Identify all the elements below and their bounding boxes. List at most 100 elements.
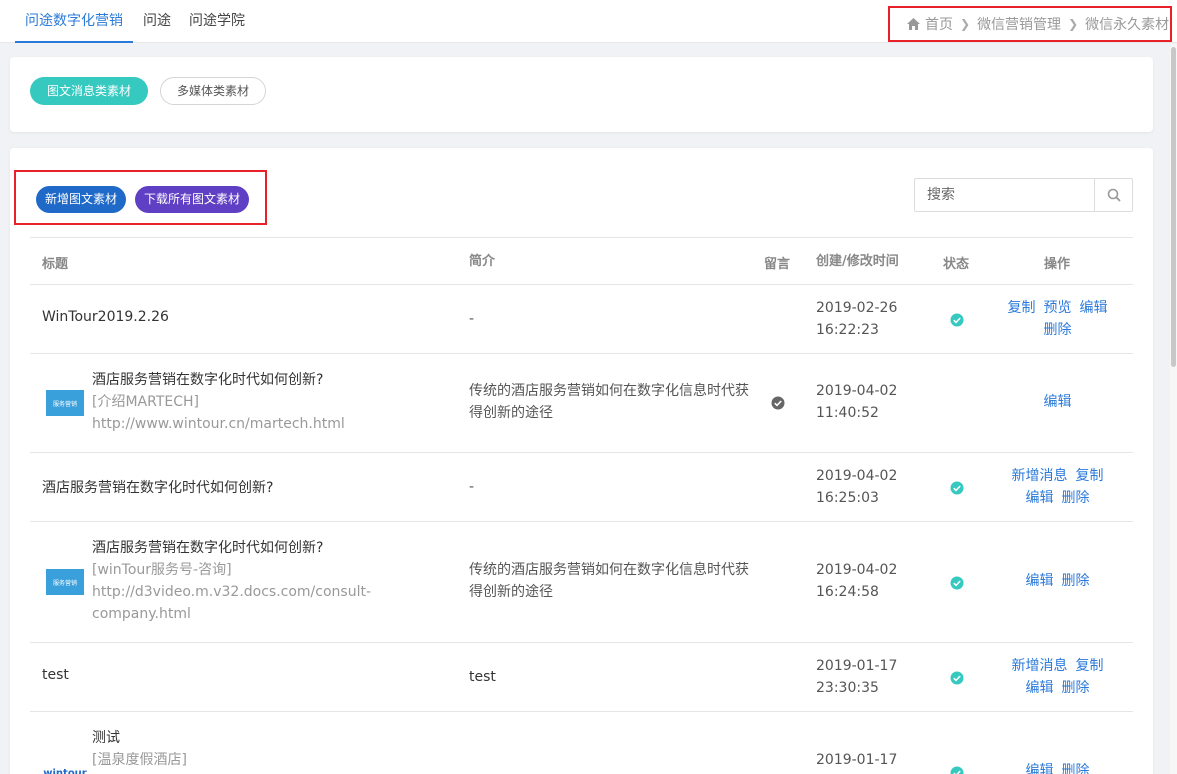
table-row: 服务营销 酒店服务营销在数字化时代如何创新? [winTour服务号-咨询] h… (30, 521, 1133, 642)
copy-link[interactable]: 复制 (1008, 300, 1036, 316)
status-ok-icon (950, 481, 964, 495)
row-time: 2019-04-02 16:25:03 (816, 465, 897, 509)
delete-link[interactable]: 删除 (1062, 763, 1090, 774)
row-ops: 新增消息 复制 编辑 删除 (985, 465, 1130, 509)
status-ok-icon (950, 313, 964, 327)
page-scrollbar[interactable] (1170, 44, 1177, 774)
breadcrumb-home[interactable]: 首页 (925, 14, 953, 34)
row-source: [温泉度假酒店] (92, 752, 187, 768)
status-ok-icon (950, 766, 964, 774)
row-title[interactable]: 测试 (92, 727, 187, 749)
delete-link[interactable]: 删除 (1044, 322, 1072, 338)
top-nav-tabs: 问途数字化营销 问途 问途学院 (15, 0, 263, 43)
header-title: 标题 (42, 257, 69, 272)
row-time: 2019-02-26 16:22:23 (816, 297, 897, 341)
edit-link[interactable]: 编辑 (1026, 490, 1054, 506)
row-title[interactable]: test (42, 667, 69, 683)
comment-enabled-icon (771, 396, 785, 410)
table-row: wintour 测试 [温泉度假酒店] 2019-01-17 编辑 删除 (30, 711, 1133, 774)
row-title[interactable]: 酒店服务营销在数字化时代如何创新? (92, 537, 412, 559)
row-ops: 编辑 删除 (985, 760, 1130, 774)
status-ok-icon (950, 671, 964, 685)
row-intro: test (469, 669, 496, 685)
status-ok-icon (950, 576, 964, 590)
article-thumbnail: 服务营销 (46, 569, 84, 595)
table-row: WinTour2019.2.26 - 2019-02-26 16:22:23 复制… (30, 284, 1133, 353)
material-type-card: 图文消息类素材 多媒体类素材 (10, 57, 1153, 132)
home-icon (907, 18, 920, 30)
breadcrumb-wechat-marketing[interactable]: 微信营销管理 (977, 14, 1061, 34)
row-time: 2019-04-02 11:40:52 (816, 380, 897, 424)
header-intro: 简介 (469, 254, 496, 269)
row-date: 2019-04-02 (816, 562, 898, 578)
table-header: 标题 简介 留言 创建/修改时间 状态 操作 (30, 237, 1133, 284)
row-clock: 23:30:35 (816, 680, 879, 696)
row-date: 2019-04-02 (816, 383, 898, 399)
article-thumbnail: 服务营销 (46, 390, 84, 416)
row-date: 2019-02-26 (816, 300, 898, 316)
delete-link[interactable]: 删除 (1062, 490, 1090, 506)
add-news-material-button[interactable]: 新增图文素材 (36, 186, 126, 213)
copy-link[interactable]: 复制 (1076, 468, 1104, 484)
news-material-tab[interactable]: 图文消息类素材 (30, 77, 148, 105)
row-time: 2019-01-17 23:30:35 (816, 655, 897, 699)
search-box (914, 178, 1133, 212)
row-intro: 传统的酒店服务营销如何在数字化信息时代获得创新的途径 (469, 383, 749, 421)
breadcrumb: 首页 ❯ 微信营销管理 ❯ 微信永久素材 (888, 6, 1172, 42)
add-message-link[interactable]: 新增消息 (1012, 658, 1068, 674)
top-nav: 问途数字化营销 问途 问途学院 首页 ❯ 微信营销管理 ❯ 微信永久素材 (0, 0, 1177, 43)
row-source: [winTour服务号-咨询] (92, 562, 232, 578)
row-date: 2019-04-02 (816, 468, 898, 484)
search-icon (1107, 188, 1121, 202)
row-link[interactable]: http://www.wintour.cn/martech.html (92, 413, 345, 435)
row-ops: 编辑 (985, 391, 1130, 413)
chevron-right-icon: ❯ (960, 17, 971, 31)
chevron-right-icon: ❯ (1068, 17, 1079, 31)
delete-link[interactable]: 删除 (1062, 573, 1090, 589)
media-material-tab[interactable]: 多媒体类素材 (160, 77, 266, 105)
tab-wentu[interactable]: 问途 (143, 0, 171, 43)
scrollbar-thumb[interactable] (1171, 47, 1176, 367)
edit-link[interactable]: 编辑 (1080, 300, 1108, 316)
header-comment: 留言 (764, 257, 791, 272)
table-row: 服务营销 酒店服务营销在数字化时代如何创新? [介绍MARTECH] http:… (30, 353, 1133, 452)
header-time: 创建/修改时间 (816, 254, 899, 269)
row-clock: 11:40:52 (816, 405, 879, 421)
header-ops: 操作 (1044, 257, 1071, 272)
row-ops: 复制 预览 编辑 删除 (985, 297, 1130, 341)
row-title[interactable]: 酒店服务营销在数字化时代如何创新? (42, 477, 273, 497)
download-all-news-button[interactable]: 下载所有图文素材 (135, 186, 249, 213)
action-buttons-highlight: 新增图文素材 下载所有图文素材 (14, 170, 267, 225)
row-time: 2019-01-17 (816, 749, 897, 771)
article-info: 酒店服务营销在数字化时代如何创新? [winTour服务号-咨询] http:/… (92, 537, 412, 625)
edit-link[interactable]: 编辑 (1026, 763, 1054, 774)
row-intro: - (469, 311, 475, 327)
row-date: 2019-01-17 (816, 658, 898, 674)
row-intro: 传统的酒店服务营销如何在数字化信息时代获得创新的途径 (469, 562, 749, 600)
preview-link[interactable]: 预览 (1044, 300, 1072, 316)
copy-link[interactable]: 复制 (1076, 658, 1104, 674)
delete-link[interactable]: 删除 (1062, 680, 1090, 696)
article-thumbnail: wintour (43, 760, 87, 774)
row-date: 2019-01-17 (816, 752, 898, 768)
row-title[interactable]: WinTour2019.2.26 (42, 309, 169, 325)
row-ops: 编辑 删除 (985, 570, 1130, 592)
tab-wentu-digital-marketing[interactable]: 问途数字化营销 (15, 0, 133, 43)
breadcrumb-wechat-permanent-material: 微信永久素材 (1085, 17, 1170, 33)
search-input[interactable] (915, 179, 1095, 211)
material-list-card: 新增图文素材 下载所有图文素材 标题 简介 留言 创建/修改时间 状态 操作 W… (10, 148, 1153, 774)
add-message-link[interactable]: 新增消息 (1012, 468, 1068, 484)
edit-link[interactable]: 编辑 (1026, 573, 1054, 589)
edit-link[interactable]: 编辑 (1044, 394, 1072, 410)
row-clock: 16:22:23 (816, 322, 879, 338)
article-info: 酒店服务营销在数字化时代如何创新? [介绍MARTECH] http://www… (92, 369, 345, 435)
row-link[interactable]: http://d3video.m.v32.docs.com/consult-co… (92, 581, 372, 625)
tab-wentu-academy[interactable]: 问途学院 (189, 0, 245, 43)
search-button[interactable] (1094, 179, 1132, 211)
row-intro: - (469, 479, 475, 495)
header-status: 状态 (943, 257, 970, 272)
row-title[interactable]: 酒店服务营销在数字化时代如何创新? (92, 369, 345, 391)
row-clock: 16:25:03 (816, 490, 879, 506)
row-time: 2019-04-02 16:24:58 (816, 559, 897, 603)
edit-link[interactable]: 编辑 (1026, 680, 1054, 696)
